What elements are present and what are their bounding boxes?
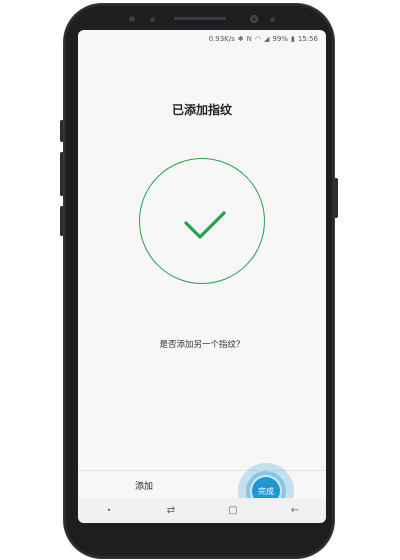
back-icon[interactable]: ← <box>285 505 305 516</box>
home-icon[interactable]: ▢ <box>223 505 243 516</box>
sensor-icon <box>270 17 275 22</box>
wifi-icon: ◠ <box>254 35 261 43</box>
clock: 15:56 <box>297 35 318 43</box>
bluetooth-icon: ✱ <box>237 35 244 43</box>
navigation-bar: • ⇄ ▢ ← <box>78 498 326 523</box>
success-ring <box>139 158 265 284</box>
nav-dot-icon[interactable]: • <box>99 506 119 515</box>
battery-percent: 99% <box>272 35 288 43</box>
stage: 0.93K/s ✱ N ◠ ◢ 99% ▮ 15:56 已添加指纹 是否添加另一… <box>0 0 400 560</box>
sensor-icon <box>150 17 155 22</box>
add-button[interactable]: 添加 <box>122 479 166 492</box>
recent-apps-icon[interactable]: ⇄ <box>161 505 181 516</box>
nfc-icon: N <box>246 35 252 43</box>
bottom-action-bar: 添加 完成 <box>78 463 326 519</box>
power-button[interactable] <box>334 178 338 218</box>
checkmark-icon <box>184 211 226 239</box>
front-camera-icon <box>250 15 258 23</box>
add-another-question: 是否添加另一个指纹？ <box>159 340 245 350</box>
battery-icon: ▮ <box>290 35 295 43</box>
phone-screen: 0.93K/s ✱ N ◠ ◢ 99% ▮ 15:56 已添加指纹 是否添加另一… <box>78 30 326 523</box>
sensor-icon <box>129 16 135 22</box>
page-title: 已添加指纹 <box>171 103 232 117</box>
signal-icon: ◢ <box>264 35 270 43</box>
status-bar: 0.93K/s ✱ N ◠ ◢ 99% ▮ 15:56 <box>78 30 326 48</box>
earpiece-speaker <box>174 17 226 20</box>
network-speed: 0.93K/s <box>208 35 235 43</box>
